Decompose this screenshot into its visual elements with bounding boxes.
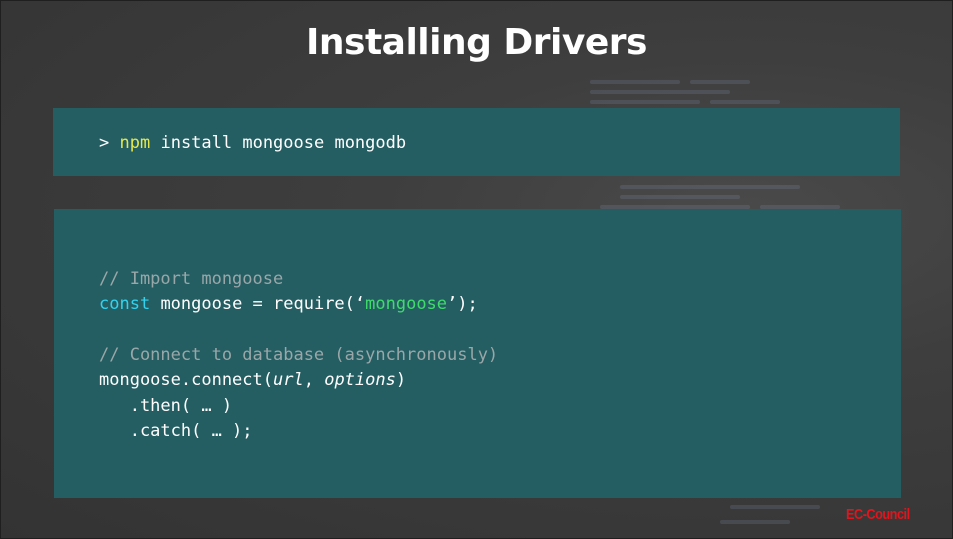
connect-statement: mongoose.connect(url, options): [99, 370, 406, 390]
param-comma: ,: [303, 370, 325, 390]
ec-council-logo: EC-Council: [846, 506, 910, 523]
require-close: ’);: [447, 294, 478, 314]
require-statement: const mongoose = require(‘mongoose’);: [99, 294, 478, 314]
install-args: install mongoose mongodb: [160, 133, 407, 153]
const-keyword: const: [99, 294, 151, 314]
connect-call: mongoose.connect(: [99, 370, 273, 390]
prompt-symbol: >: [99, 133, 110, 153]
comment-connect: // Connect to database (asynchronously): [99, 345, 499, 365]
slide-title: Installing Drivers: [306, 22, 647, 63]
then-line: .then( … ): [99, 396, 233, 416]
options-param: options: [324, 370, 396, 390]
npm-keyword: npm: [119, 133, 151, 153]
module-name-string: mongoose: [365, 294, 448, 314]
connect-close: ): [395, 370, 407, 390]
presentation-slide: Installing Drivers > npm install mongoos…: [0, 0, 953, 539]
npm-install-command: > npm install mongoose mongodb: [99, 133, 406, 153]
require-expression: mongoose = require(‘: [160, 294, 366, 314]
comment-import: // Import mongoose: [99, 269, 284, 289]
url-param: url: [273, 370, 304, 390]
catch-line: .catch( … );: [99, 421, 253, 441]
